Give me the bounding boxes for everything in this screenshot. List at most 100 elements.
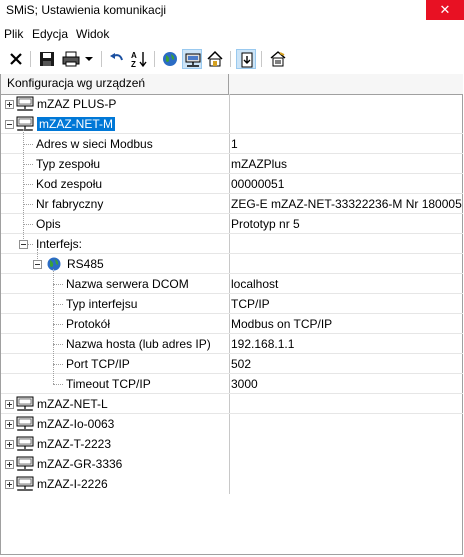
properties-icon[interactable] [236,49,256,69]
tree-item-name[interactable]: mZAZ-NET-M [37,114,115,134]
tree-connector [37,249,38,259]
print-icon[interactable] [61,49,81,69]
save-icon[interactable] [37,49,57,69]
toolbar-separator [154,51,155,67]
tree-item-name[interactable]: mZAZ-NET-L [37,394,108,414]
tree-row[interactable]: RS485 [1,254,463,274]
tree-item-value[interactable]: 192.168.1.1 [231,334,294,354]
tree-row[interactable]: Adres w sieci Modbus 1 [1,134,463,154]
tree-row[interactable]: mZAZ-NET-M [1,114,463,134]
dropdown-arrow-icon[interactable] [82,49,96,69]
tree-row[interactable]: mZAZ-T-2223 [1,434,463,454]
tree-item-value[interactable]: 1 [231,134,238,154]
expand-icon[interactable] [5,420,14,429]
tree-item-label: Port TCP/IP [66,357,130,371]
collapse-icon[interactable] [5,120,14,129]
tree-connector [53,364,63,365]
tree-row[interactable]: Nazwa hosta (lub adres IP) 192.168.1.1 [1,334,463,354]
toolbar: AZ [0,48,464,72]
home-icon[interactable] [205,49,225,69]
tree-row[interactable]: Protokół Modbus on TCP/IP [1,314,463,334]
tree-row[interactable]: Nazwa serwera DCOM localhost [1,274,463,294]
menu-edycja[interactable]: Edycja [32,27,68,41]
tree-item-name[interactable]: mZAZ-T-2223 [37,434,111,454]
close-button[interactable]: ✕ [426,0,464,20]
tree-item-name[interactable]: Typ zespołu [36,154,100,174]
tree-item-value[interactable]: localhost [231,274,278,294]
expand-icon[interactable] [5,440,14,449]
expand-icon[interactable] [5,480,14,489]
device-icon [16,436,34,455]
tree-row[interactable]: mZAZ-I-2226 [1,474,463,494]
tree-item-name[interactable]: RS485 [67,254,104,274]
column-header-value[interactable] [229,74,463,94]
tree-connector [53,269,54,384]
title-bar: SMiS; Ustawienia komunikacji ✕ [0,0,464,20]
collapse-icon[interactable] [33,260,42,269]
tree-item-name[interactable]: Timeout TCP/IP [66,374,151,394]
tree-item-name[interactable]: Port TCP/IP [66,354,130,374]
toolbar-separator [261,51,262,67]
tree-item-name[interactable]: Typ interfejsu [66,294,137,314]
tree-item-value[interactable]: Prototyp nr 5 [231,214,300,234]
expand-icon[interactable] [5,400,14,409]
column-header-config[interactable]: Konfiguracja wg urządzeń [1,74,229,94]
tree-row[interactable]: Timeout TCP/IP 3000 [1,374,463,394]
tree-item-label: Interfejs: [36,237,83,251]
tree-item-name[interactable]: Opis [36,214,61,234]
tree-item-value[interactable]: 502 [231,354,251,374]
expand-icon[interactable] [5,460,14,469]
tree-item-value[interactable]: mZAZPlus [231,154,287,174]
globe-icon[interactable] [160,49,180,69]
tree-item-value[interactable]: 00000051 [231,174,284,194]
tree-item-label: Nr fabryczny [36,197,104,211]
network-device-icon[interactable] [182,49,202,69]
tree-row[interactable]: Port TCP/IP 502 [1,354,463,374]
tree-item-name[interactable]: Nazwa hosta (lub adres IP) [66,334,211,354]
collapse-icon[interactable] [19,240,28,249]
tree-row[interactable]: Interfejs: [1,234,463,254]
edit-device-icon[interactable] [268,49,288,69]
tree-row[interactable]: mZAZ-Io-0063 [1,414,463,434]
menu-widok[interactable]: Widok [76,27,109,41]
tree-header: Konfiguracja wg urządzeń [1,74,463,95]
svg-text:A: A [131,51,137,60]
tree-item-label: Typ zespołu [36,157,101,171]
tree-item-name[interactable]: Kod zespołu [36,174,102,194]
tree-item-name[interactable]: Nazwa serwera DCOM [66,274,189,294]
device-icon [16,476,34,495]
tree-row[interactable]: Opis Prototyp nr 5 [1,214,463,234]
tree-item-name[interactable]: Interfejs: [36,234,82,254]
tree-row[interactable]: Kod zespołu 00000051 [1,174,463,194]
tree-item-name[interactable]: Nr fabryczny [36,194,103,214]
tree-row[interactable]: mZAZ-GR-3336 [1,454,463,474]
tree-item-label: Protokół [66,317,111,331]
tree-item-name[interactable]: Protokół [66,314,110,334]
tree-item-value[interactable]: TCP/IP [231,294,270,314]
toolbar-separator [30,51,31,67]
tree-item-name[interactable]: mZAZ-Io-0063 [37,414,114,434]
tree-row[interactable]: Nr fabryczny ZEG-E mZAZ-NET-33322236-M Nr… [1,194,463,214]
sort-az-icon[interactable]: AZ [129,49,149,69]
tree-row[interactable]: Typ interfejsu TCP/IP [1,294,463,314]
menu-plik[interactable]: Plik [4,27,23,41]
tree-item-value[interactable]: Modbus on TCP/IP [231,314,332,334]
expand-icon[interactable] [5,100,14,109]
delete-icon[interactable] [6,49,26,69]
tree-item-name[interactable]: mZAZ-GR-3336 [37,454,122,474]
device-tree[interactable]: Konfiguracja wg urządzeń mZAZ PLUS-P mZAZ… [0,74,463,555]
tree-item-label: Opis [36,217,61,231]
tree-row[interactable]: mZAZ PLUS-P [1,94,463,114]
window-title: SMiS; Ustawienia komunikacji [6,3,167,17]
tree-item-name[interactable]: Adres w sieci Modbus [36,134,153,154]
undo-icon[interactable] [107,49,127,69]
tree-item-name[interactable]: mZAZ PLUS-P [37,94,116,114]
tree-row[interactable]: mZAZ-NET-L [1,394,463,414]
tree-item-value[interactable]: 3000 [231,374,258,394]
tree-connector [23,204,33,205]
tree-item-name[interactable]: mZAZ-I-2226 [37,474,108,494]
tree-item-label: Kod zespołu [36,177,103,191]
svg-text:Z: Z [131,60,136,68]
tree-item-value[interactable]: ZEG-E mZAZ-NET-33322236-M Nr 180005 [231,194,462,214]
tree-row[interactable]: Typ zespołu mZAZPlus [1,154,463,174]
